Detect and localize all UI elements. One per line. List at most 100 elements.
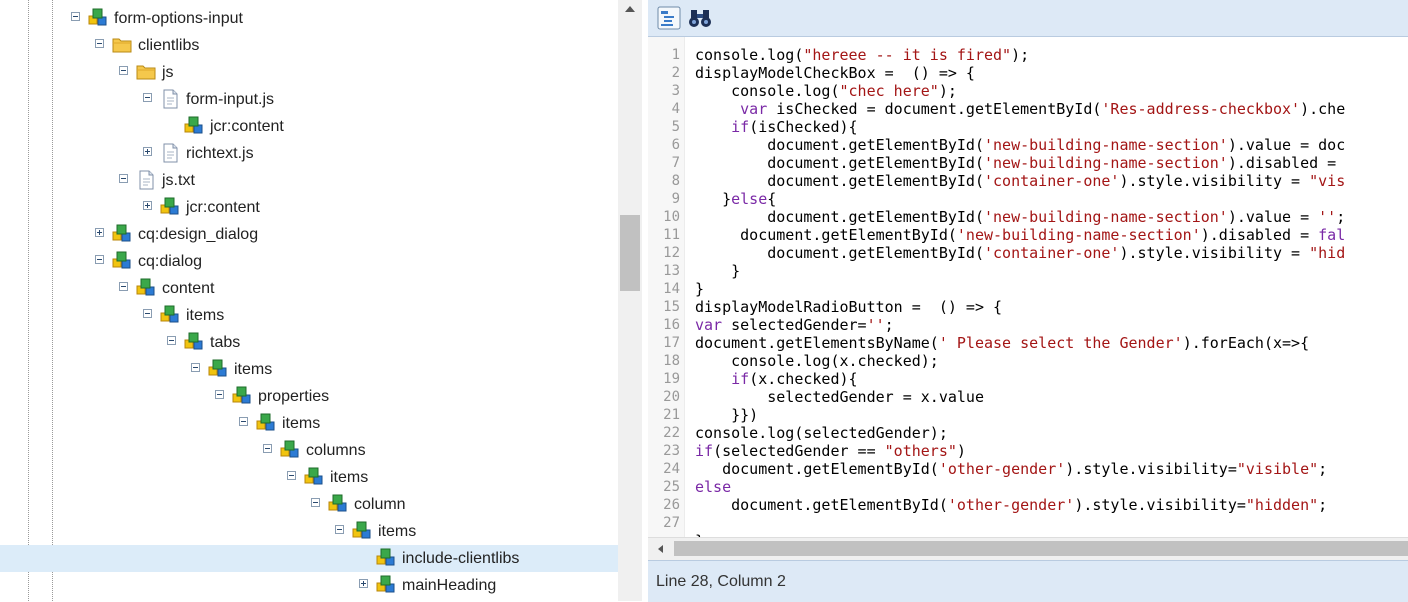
tree-node[interactable]: mainHeading bbox=[0, 572, 618, 599]
tree-node[interactable]: form-options-input bbox=[0, 5, 618, 32]
collapse-icon[interactable] bbox=[119, 282, 128, 291]
tree-node[interactable]: richtext.js bbox=[0, 140, 618, 167]
format-code-icon[interactable] bbox=[657, 6, 681, 30]
tree-node[interactable]: js bbox=[0, 59, 618, 86]
tree-node-label[interactable]: column bbox=[354, 495, 406, 514]
tree-node-label[interactable]: items bbox=[234, 360, 272, 379]
tree-node-label[interactable]: mainHeading bbox=[402, 576, 496, 595]
tree-node-label[interactable]: content bbox=[162, 279, 214, 298]
collapse-icon[interactable] bbox=[335, 525, 344, 534]
tree-node[interactable]: properties bbox=[0, 383, 618, 410]
code-line[interactable]: if(x.checked){ bbox=[695, 370, 857, 388]
code-line[interactable]: } bbox=[695, 262, 740, 280]
collapse-icon[interactable] bbox=[143, 309, 152, 318]
code-line[interactable]: document.getElementById('container-one')… bbox=[695, 172, 1345, 190]
code-line[interactable]: document.getElementsByName(' Please sele… bbox=[695, 334, 1309, 352]
binoculars-icon[interactable] bbox=[688, 6, 712, 30]
collapse-icon[interactable] bbox=[311, 498, 320, 507]
tree-node-label[interactable]: items bbox=[378, 522, 416, 541]
collapse-icon[interactable] bbox=[167, 336, 176, 345]
tree-node[interactable]: items bbox=[0, 356, 618, 383]
tree-node-label[interactable]: js bbox=[162, 63, 174, 82]
collapse-icon[interactable] bbox=[239, 417, 248, 426]
code-line[interactable]: document.getElementById('container-one')… bbox=[695, 244, 1345, 262]
tree-node-label[interactable]: items bbox=[282, 414, 320, 433]
code-line[interactable]: displayModelRadioButton = () => { bbox=[695, 298, 1002, 316]
collapse-icon[interactable] bbox=[95, 255, 104, 264]
code-line[interactable]: var isChecked = document.getElementById(… bbox=[695, 100, 1345, 118]
scroll-left-arrow-icon[interactable] bbox=[658, 545, 663, 553]
tree-node[interactable]: include-clientlibs bbox=[0, 545, 618, 572]
tree-node[interactable]: clientlibs bbox=[0, 32, 618, 59]
tree-node-label[interactable]: tabs bbox=[210, 333, 240, 352]
code-line[interactable]: else bbox=[695, 478, 731, 496]
code-line[interactable]: console.log(x.checked); bbox=[695, 352, 939, 370]
tree-node-label[interactable]: items bbox=[330, 468, 368, 487]
tree-node-label[interactable]: form-options-input bbox=[114, 9, 243, 28]
tree-node[interactable]: column bbox=[0, 491, 618, 518]
tree-node[interactable]: tabs bbox=[0, 329, 618, 356]
code-line[interactable]: } bbox=[695, 280, 704, 298]
scrollbar-thumb[interactable] bbox=[674, 541, 1408, 556]
expand-icon[interactable] bbox=[143, 201, 152, 210]
code-line[interactable]: if(isChecked){ bbox=[695, 118, 857, 136]
collapse-icon[interactable] bbox=[287, 471, 296, 480]
tree-node-label[interactable]: include-clientlibs bbox=[402, 549, 519, 568]
code-line[interactable]: console.log("hereee -- it is fired"); bbox=[695, 46, 1029, 64]
tree-node-label[interactable]: cq:dialog bbox=[138, 252, 202, 271]
expand-icon[interactable] bbox=[359, 579, 368, 588]
code-line[interactable]: console.log("chec here"); bbox=[695, 82, 957, 100]
tree-node[interactable]: cq:design_dialog bbox=[0, 221, 618, 248]
scroll-up-arrow-icon[interactable] bbox=[625, 6, 635, 12]
tree-vertical-scrollbar[interactable] bbox=[618, 0, 642, 601]
collapse-icon[interactable] bbox=[215, 390, 224, 399]
tree-node-label[interactable]: form-input.js bbox=[186, 90, 274, 109]
collapse-icon[interactable] bbox=[95, 39, 104, 48]
collapse-icon[interactable] bbox=[119, 174, 128, 183]
expand-icon[interactable] bbox=[143, 147, 152, 156]
tree-node[interactable]: cq:dialog bbox=[0, 248, 618, 275]
collapse-icon[interactable] bbox=[263, 444, 272, 453]
tree-node-label[interactable]: js.txt bbox=[162, 171, 195, 190]
tree-node-label[interactable]: columns bbox=[306, 441, 366, 460]
tree-node[interactable]: js.txt bbox=[0, 167, 618, 194]
code-area[interactable]: 1 2 3 4 5 6 7 8 9 10 11 12 13 14 15 16 17 18 19 20 21 22 23 24 2… bbox=[648, 37, 1408, 537]
code-line[interactable]: }else{ bbox=[695, 190, 776, 208]
tree-node[interactable]: columns bbox=[0, 437, 618, 464]
tree-node-label[interactable]: cq:design_dialog bbox=[138, 225, 258, 244]
collapse-icon[interactable] bbox=[191, 363, 200, 372]
code-line[interactable]: selectedGender = x.value bbox=[695, 388, 984, 406]
collapse-icon[interactable] bbox=[143, 93, 152, 102]
collapse-icon[interactable] bbox=[71, 12, 80, 21]
code-line[interactable]: if(selectedGender == "others") bbox=[695, 442, 966, 460]
tree-node-label[interactable]: properties bbox=[258, 387, 329, 406]
line-number: 13 bbox=[663, 263, 680, 279]
code-line[interactable]: displayModelCheckBox = () => { bbox=[695, 64, 975, 82]
tree-node[interactable]: items bbox=[0, 518, 618, 545]
tree-node[interactable]: content bbox=[0, 275, 618, 302]
tree-node[interactable]: items bbox=[0, 464, 618, 491]
tree-node-label[interactable]: clientlibs bbox=[138, 36, 199, 55]
code-line[interactable]: document.getElementById('new-building-na… bbox=[695, 226, 1345, 244]
code-line[interactable]: document.getElementById('new-building-na… bbox=[695, 208, 1345, 226]
code-line[interactable]: console.log(selectedGender); bbox=[695, 424, 948, 442]
collapse-icon[interactable] bbox=[119, 66, 128, 75]
code-line[interactable]: document.getElementById('new-building-na… bbox=[695, 154, 1345, 172]
tree-node[interactable]: items bbox=[0, 302, 618, 329]
tree-node-label[interactable]: jcr:content bbox=[210, 117, 284, 136]
tree-node[interactable]: jcr:content bbox=[0, 113, 618, 140]
tree-node-label[interactable]: items bbox=[186, 306, 224, 325]
tree-node-label[interactable]: richtext.js bbox=[186, 144, 254, 163]
code-line[interactable]: document.getElementById('new-building-na… bbox=[695, 136, 1345, 154]
scrollbar-thumb[interactable] bbox=[620, 215, 640, 291]
tree-node-label[interactable]: jcr:content bbox=[186, 198, 260, 217]
tree-node[interactable]: items bbox=[0, 410, 618, 437]
tree-node[interactable]: form-input.js bbox=[0, 86, 618, 113]
code-horizontal-scrollbar[interactable] bbox=[648, 537, 1408, 560]
tree-node[interactable]: jcr:content bbox=[0, 194, 618, 221]
code-line[interactable]: document.getElementById('other-gender').… bbox=[695, 460, 1327, 478]
expand-icon[interactable] bbox=[95, 228, 104, 237]
code-line[interactable]: var selectedGender=''; bbox=[695, 316, 894, 334]
code-line[interactable]: }}) bbox=[695, 406, 758, 424]
code-line[interactable]: document.getElementById('other-gender').… bbox=[695, 496, 1327, 514]
